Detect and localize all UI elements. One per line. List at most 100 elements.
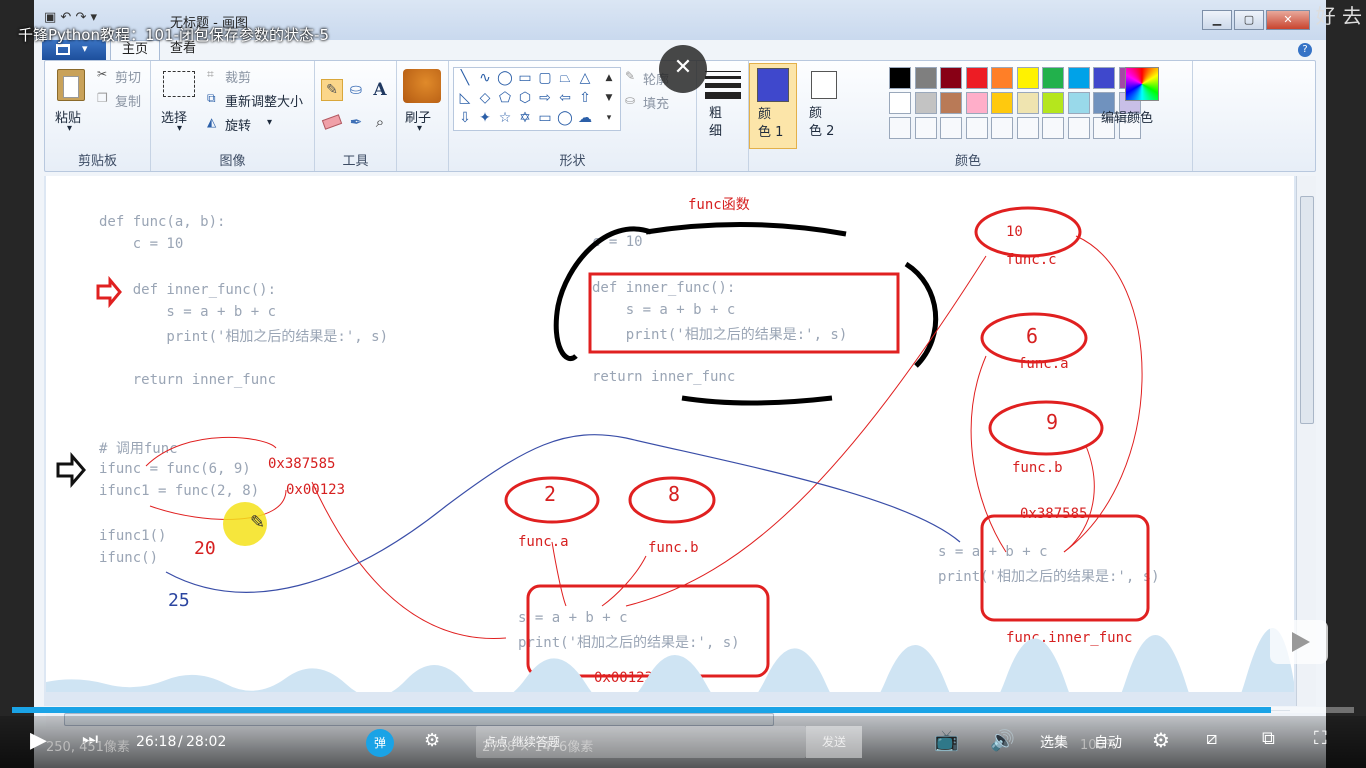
- triangle-shape-icon[interactable]: △: [576, 70, 594, 86]
- text-tool-icon[interactable]: A: [369, 79, 391, 101]
- palette-swatch[interactable]: [991, 117, 1013, 139]
- four-point-star-icon[interactable]: ✦: [476, 110, 494, 126]
- danmu-settings-icon[interactable]: ⚙: [424, 730, 440, 751]
- palette-swatch[interactable]: [1067, 117, 1090, 139]
- palette-swatch[interactable]: [1067, 92, 1090, 114]
- fill-button[interactable]: 填充: [643, 93, 669, 112]
- palette-swatch[interactable]: [940, 117, 962, 139]
- brushes-dropdown-icon[interactable]: ▾: [417, 123, 422, 134]
- left-arrow-shape-icon[interactable]: ⇦: [556, 90, 574, 106]
- drawing-canvas[interactable]: def func(a, b): c = 10 def inner_func():…: [46, 176, 1294, 692]
- polygon-shape-icon[interactable]: ⏢: [556, 70, 574, 86]
- up-arrow-shape-icon[interactable]: ⇧: [576, 90, 594, 106]
- palette-swatch[interactable]: [914, 92, 937, 114]
- palette-swatch[interactable]: [965, 67, 988, 89]
- volume-icon[interactable]: 🔊: [990, 728, 1015, 752]
- line-size-icon[interactable]: [705, 69, 741, 99]
- palette-swatch[interactable]: [1016, 67, 1039, 89]
- rectangle-shape-icon[interactable]: ▭: [516, 70, 534, 86]
- callout-rect-icon[interactable]: ▭: [536, 110, 554, 126]
- resize-button[interactable]: 重新调整大小: [225, 91, 303, 110]
- palette-swatch[interactable]: [965, 117, 988, 139]
- palette-swatch[interactable]: [1016, 92, 1039, 114]
- edit-colors-button[interactable]: 编辑颜色: [1101, 107, 1153, 126]
- palette-swatch[interactable]: [1016, 117, 1039, 139]
- rotate-button[interactable]: 旋转: [225, 115, 251, 134]
- more-shapes-icon[interactable]: ▾: [600, 110, 618, 126]
- palette-swatch[interactable]: [889, 92, 911, 114]
- hexagon-shape-icon[interactable]: ⬡: [516, 90, 534, 106]
- paste-dropdown-icon[interactable]: ▾: [67, 123, 72, 134]
- curve-shape-icon[interactable]: ∿: [476, 70, 494, 86]
- copy-button[interactable]: 复制: [115, 91, 141, 110]
- quick-access-toolbar[interactable]: ▣ ↶ ↷ ▾: [44, 10, 97, 25]
- autoplay-button[interactable]: 自动: [1094, 732, 1122, 752]
- palette-swatch[interactable]: [889, 67, 911, 89]
- vertical-scroll-thumb[interactable]: [1300, 196, 1314, 424]
- palette-swatch[interactable]: [991, 92, 1013, 114]
- palette-swatch[interactable]: [1042, 117, 1064, 139]
- color2-button[interactable]: 颜 色 2: [801, 61, 847, 171]
- select-dropdown-icon[interactable]: ▾: [177, 123, 182, 134]
- pentagon-shape-icon[interactable]: ⬠: [496, 90, 514, 106]
- play-icon[interactable]: ▶: [30, 728, 47, 753]
- pencil-icon[interactable]: ✎: [321, 79, 343, 101]
- five-point-star-icon[interactable]: ☆: [496, 110, 514, 126]
- select-icon[interactable]: [163, 71, 195, 97]
- danmu-send-button[interactable]: 发送: [806, 726, 862, 758]
- episodes-button[interactable]: 选集: [1040, 732, 1068, 752]
- palette-swatch[interactable]: [914, 67, 937, 89]
- palette-swatch[interactable]: [991, 67, 1013, 89]
- maximize-button[interactable]: ▢: [1234, 10, 1264, 30]
- scroll-up-icon[interactable]: ▲: [600, 70, 618, 86]
- palette-swatch[interactable]: [940, 67, 962, 89]
- right-triangle-shape-icon[interactable]: ◺: [456, 90, 474, 106]
- crop-button[interactable]: 裁剪: [225, 67, 251, 86]
- window-close-button[interactable]: ✕: [1266, 10, 1310, 30]
- down-arrow-shape-icon[interactable]: ⇩: [456, 110, 474, 126]
- help-icon[interactable]: ?: [1298, 43, 1312, 57]
- magnifier-icon[interactable]: ⌕: [369, 111, 391, 133]
- pip-off-icon[interactable]: ⧄: [1206, 728, 1217, 749]
- color1-button[interactable]: 颜 色 1: [749, 63, 797, 149]
- picture-in-picture-icon[interactable]: ⧉: [1262, 728, 1275, 749]
- shapes-gallery[interactable]: ╲ ∿ ◯ ▭ ▢ ⏢ △ ◺ ◇ ⬠ ⬡ ⇨ ⇦ ⇧ ⇩ ✦ ☆ ✡ ▭ ◯ …: [453, 67, 621, 131]
- palette-swatch[interactable]: [1042, 67, 1064, 89]
- paste-icon[interactable]: [57, 69, 85, 101]
- tv-icon[interactable]: 📺: [934, 728, 959, 752]
- palette-swatch[interactable]: [965, 92, 988, 114]
- fullscreen-icon[interactable]: ⛶: [1314, 728, 1327, 749]
- size-button[interactable]: 粗 细: [709, 105, 722, 141]
- palette-swatch[interactable]: [914, 117, 937, 139]
- right-arrow-shape-icon[interactable]: ⇨: [536, 90, 554, 106]
- diamond-shape-icon[interactable]: ◇: [476, 90, 494, 106]
- cut-button[interactable]: 剪切: [115, 67, 141, 86]
- palette-swatch[interactable]: [1093, 67, 1115, 89]
- eraser-icon[interactable]: [321, 113, 343, 131]
- overlay-close-button[interactable]: ✕: [659, 45, 707, 93]
- danmu-toggle-button[interactable]: 弹: [366, 729, 394, 757]
- scroll-down-icon[interactable]: ▼: [600, 90, 618, 106]
- a-to-right-curve: [970, 355, 1007, 553]
- fill-bucket-icon[interactable]: ⛀: [345, 79, 367, 101]
- edit-colors-icon[interactable]: [1125, 67, 1159, 101]
- palette-swatch[interactable]: [889, 117, 911, 139]
- callout-cloud-icon[interactable]: ☁: [576, 110, 594, 126]
- rounded-rect-shape-icon[interactable]: ▢: [536, 70, 554, 86]
- six-point-star-icon[interactable]: ✡: [516, 110, 534, 126]
- rotate-dropdown-icon[interactable]: ▾: [267, 117, 272, 128]
- big-play-button[interactable]: [1270, 620, 1328, 664]
- ellipse-bottom-arc: [681, 395, 833, 406]
- palette-swatch[interactable]: [940, 92, 962, 114]
- minimize-button[interactable]: ▁: [1202, 10, 1232, 30]
- brush-icon[interactable]: [403, 69, 441, 103]
- palette-swatch[interactable]: [1042, 92, 1064, 114]
- settings-gear-icon[interactable]: ⚙: [1152, 728, 1170, 752]
- oval-shape-icon[interactable]: ◯: [496, 70, 514, 86]
- line-shape-icon[interactable]: ╲: [456, 70, 474, 86]
- color-picker-icon[interactable]: ✒: [345, 111, 367, 133]
- palette-swatch[interactable]: [1067, 67, 1090, 89]
- danmu-input[interactable]: 点点 继续答题: [476, 726, 806, 758]
- select-button[interactable]: 选择: [161, 107, 187, 126]
- callout-oval-icon[interactable]: ◯: [556, 110, 574, 126]
